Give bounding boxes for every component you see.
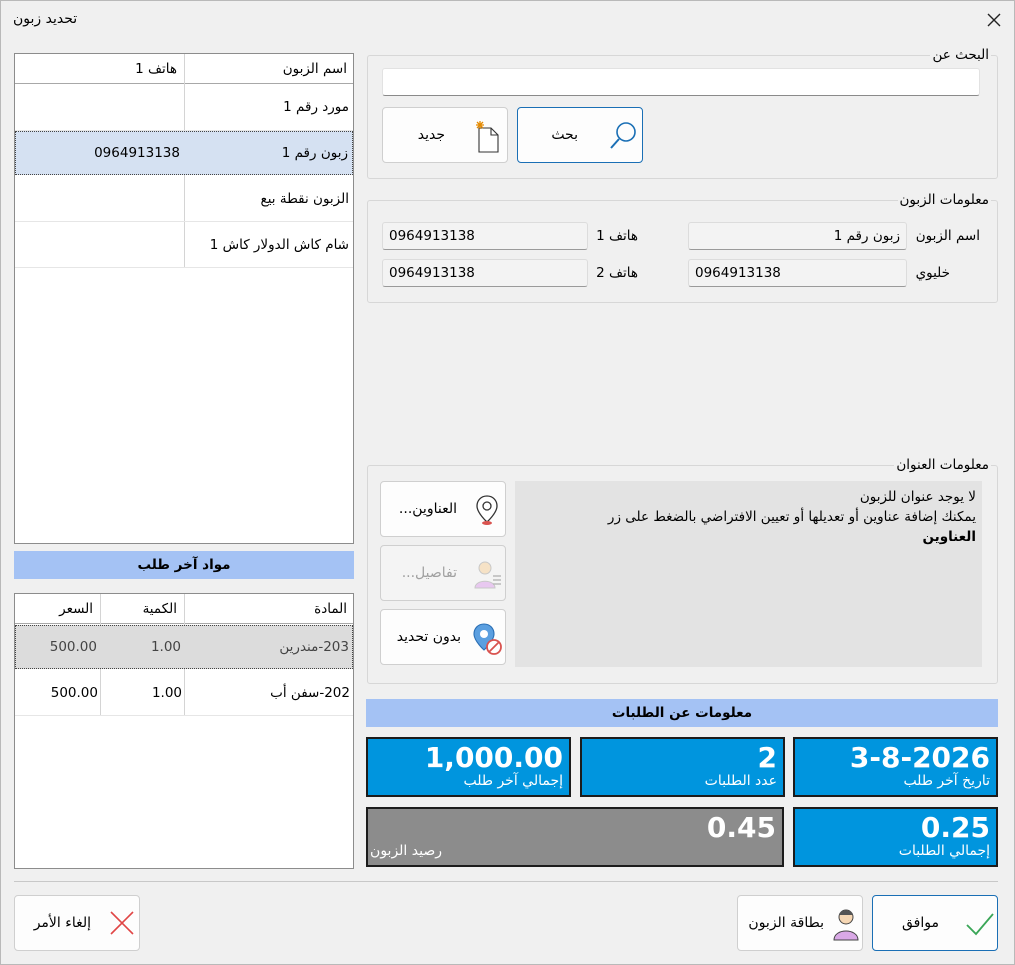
cancel-button-label: إلغاء الأمر xyxy=(33,915,91,931)
new-document-icon xyxy=(476,121,499,153)
location-pin-icon xyxy=(476,495,498,525)
no-address-button[interactable]: بدون تحديد xyxy=(380,609,506,665)
row-phone: 0964913138 xyxy=(94,145,180,161)
orders-total-caption: إجمالي الطلبات xyxy=(898,843,990,859)
customer-balance-value: 0.45 xyxy=(706,811,776,844)
customer-select-dialog: تحديد زبون اسم الزبون هاتف 1 مورد رقم 1 … xyxy=(0,0,1015,965)
mobile-field[interactable]: 0964913138 xyxy=(688,259,907,287)
search-input[interactable] xyxy=(382,68,980,96)
last-order-items-bar: مواد آخر طلب xyxy=(14,551,354,579)
address-message-line1: لا يوجد عنوان للزبون xyxy=(859,489,976,505)
phone2-label: هاتف 2 xyxy=(596,265,638,281)
customer-name-label: اسم الزبون xyxy=(915,228,980,244)
order-count-tile: 2 عدد الطلبات xyxy=(580,737,785,797)
close-icon xyxy=(987,13,1001,27)
checkmark-icon xyxy=(966,913,994,936)
search-group-title: البحث عن xyxy=(930,47,991,63)
last-order-total-value: 1,000.00 xyxy=(424,741,563,774)
orders-total-value: 0.25 xyxy=(920,811,990,844)
orders-total-tile: 0.25 إجمالي الطلبات xyxy=(793,807,998,867)
row-price: 500.00 xyxy=(49,639,97,655)
last-order-date-caption: تاريخ آخر طلب xyxy=(903,773,990,789)
new-button-label: جديد xyxy=(417,127,445,143)
no-address-button-label: بدون تحديد xyxy=(396,629,461,645)
customer-card-button[interactable]: بطاقة الزبون xyxy=(737,895,863,951)
row-name: شام كاش الدولار كاش 1 xyxy=(209,237,349,253)
customers-grid: اسم الزبون هاتف 1 مورد رقم 1 زبون رقم 1 … xyxy=(14,53,354,544)
row-price: 500.00 xyxy=(50,685,98,701)
search-button-label: بحث xyxy=(551,127,578,143)
window-title: تحديد زبون xyxy=(13,11,78,27)
column-header-qty[interactable]: الكمية xyxy=(143,601,177,617)
addresses-button[interactable]: العناوين... xyxy=(380,481,506,537)
row-qty: 1.00 xyxy=(150,639,181,655)
address-details-button[interactable]: تفاصيل... xyxy=(380,545,506,601)
table-row-selected[interactable]: 203-مندرين 1.00 500.00 xyxy=(15,625,353,669)
customer-balance-tile: 0.45 رصيد الزبون xyxy=(366,807,784,867)
order-count-caption: عدد الطلبات xyxy=(704,773,777,789)
customer-balance-caption: رصيد الزبون xyxy=(370,843,442,859)
row-name: زبون رقم 1 xyxy=(281,145,348,161)
row-item: 203-مندرين xyxy=(279,639,349,655)
row-name: الزبون نقطة بيع xyxy=(260,191,349,207)
customer-info-group: معلومات الزبون xyxy=(367,192,998,303)
order-count-value: 2 xyxy=(757,741,777,774)
pin-cancel-icon xyxy=(473,623,502,655)
row-name: مورد رقم 1 xyxy=(283,99,349,115)
table-row-selected[interactable]: زبون رقم 1 0964913138 xyxy=(15,131,353,175)
table-row[interactable]: شام كاش الدولار كاش 1 xyxy=(15,222,353,267)
customer-name-field[interactable]: زبون رقم 1 xyxy=(688,222,907,250)
address-info-group-title: معلومات العنوان xyxy=(894,457,991,473)
title-bar: تحديد زبون xyxy=(1,1,1014,39)
phone1-label: هاتف 1 xyxy=(596,228,638,244)
table-row[interactable]: مورد رقم 1 xyxy=(15,85,353,130)
address-message: لا يوجد عنوان للزبون يمكنك إضافة عناوين … xyxy=(515,481,982,667)
search-button[interactable]: بحث xyxy=(517,107,643,163)
last-order-date-tile: 3-8-2026 تاريخ آخر طلب xyxy=(793,737,998,797)
column-header-item[interactable]: المادة xyxy=(314,601,347,617)
column-header-price[interactable]: السعر xyxy=(59,601,93,617)
address-message-line2: يمكنك إضافة عناوين أو تعديلها أو تعيين ا… xyxy=(607,509,976,525)
cancel-x-icon xyxy=(110,911,134,935)
user-details-icon xyxy=(474,561,501,589)
ok-button-label: موافق xyxy=(902,915,939,931)
last-order-grid: المادة الكمية السعر 203-مندرين 1.00 500.… xyxy=(14,593,354,869)
orders-info-bar: معلومات عن الطلبات xyxy=(366,699,998,727)
column-header-name[interactable]: اسم الزبون xyxy=(283,61,347,77)
user-avatar-icon xyxy=(833,909,859,941)
cancel-button[interactable]: إلغاء الأمر xyxy=(14,895,140,951)
customer-info-group-title: معلومات الزبون xyxy=(897,192,991,208)
ok-button[interactable]: موافق xyxy=(872,895,998,951)
address-details-button-label: تفاصيل... xyxy=(401,565,457,581)
last-order-total-tile: 1,000.00 إجمالي آخر طلب xyxy=(366,737,571,797)
table-row[interactable]: الزبون نقطة بيع xyxy=(15,176,353,221)
phone1-field[interactable]: 0964913138 xyxy=(382,222,588,250)
magnifier-icon xyxy=(610,122,636,149)
footer-separator xyxy=(14,881,998,882)
new-customer-button[interactable]: جديد xyxy=(382,107,508,163)
phone2-field[interactable]: 0964913138 xyxy=(382,259,588,287)
close-button[interactable] xyxy=(975,5,1013,35)
address-message-bold: العناوين xyxy=(922,529,976,545)
row-qty: 1.00 xyxy=(151,685,182,701)
row-item: 202-سفن أب xyxy=(270,685,350,701)
last-order-total-caption: إجمالي آخر طلب xyxy=(463,773,563,789)
table-row[interactable]: 202-سفن أب 1.00 500.00 xyxy=(15,670,353,715)
mobile-label: خليوي xyxy=(915,265,950,281)
column-header-phone1[interactable]: هاتف 1 xyxy=(135,61,177,77)
customer-card-button-label: بطاقة الزبون xyxy=(748,915,824,931)
last-order-date-value: 3-8-2026 xyxy=(849,741,990,774)
addresses-button-label: العناوين... xyxy=(398,501,457,517)
